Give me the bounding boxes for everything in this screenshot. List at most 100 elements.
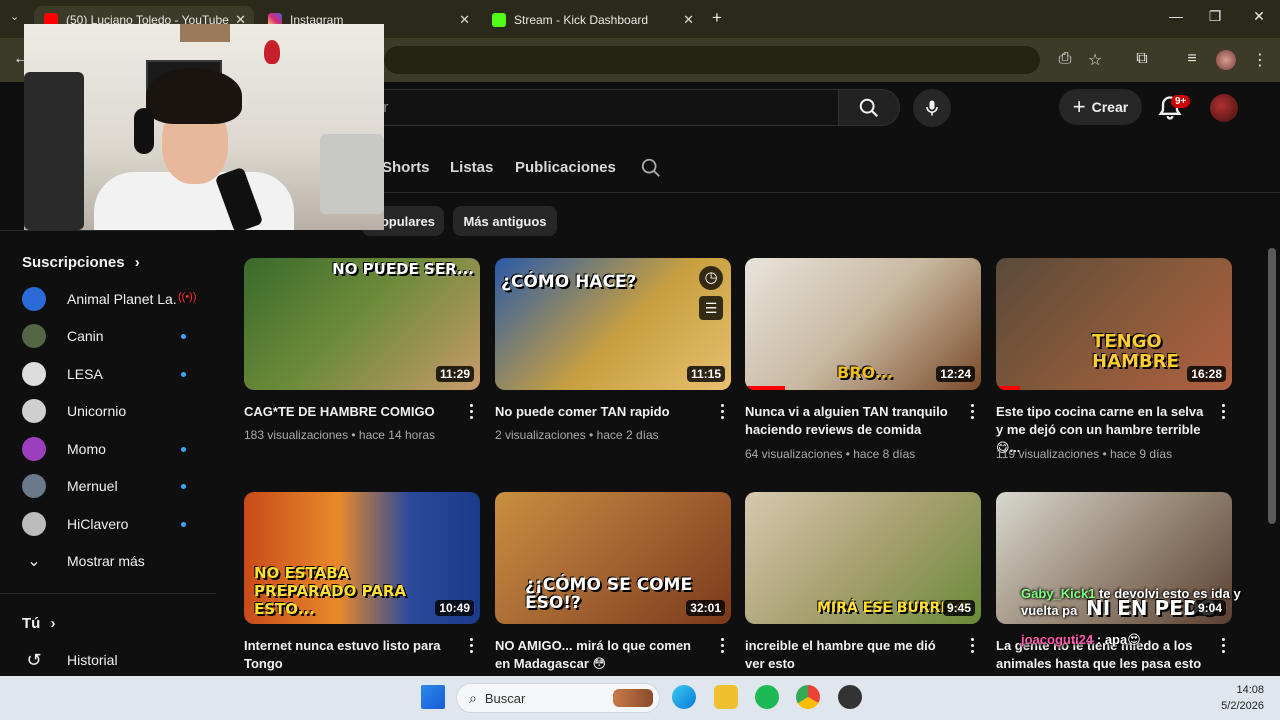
video-thumbnail[interactable]: BRO... 12:24 xyxy=(745,258,981,390)
close-tab-icon[interactable]: ✕ xyxy=(459,12,470,28)
video-card[interactable]: ¿CÓMO HACE? ◷ ☰ 11:15 No puede comer TAN… xyxy=(495,258,731,442)
desk-object xyxy=(320,134,384,214)
more-options-icon[interactable] xyxy=(971,638,975,654)
video-card[interactable]: TENGO HAMBRE 16:28 Este tipo cocina carn… xyxy=(996,258,1232,461)
create-button[interactable]: + Crear xyxy=(1059,89,1142,125)
duration-badge: 32:01 xyxy=(686,600,725,616)
chat-username: joacoguti24 xyxy=(1021,632,1094,647)
new-content-dot xyxy=(181,522,186,527)
profile-avatar[interactable] xyxy=(1216,50,1236,70)
account-avatar[interactable] xyxy=(1210,94,1238,122)
restore-icon[interactable]: ❐ xyxy=(1205,8,1225,25)
video-thumbnail[interactable]: NO PUEDE SER... 11:29 xyxy=(244,258,480,390)
video-thumbnail[interactable]: MIRÁ ESE BURRITO 9:45 xyxy=(745,492,981,624)
video-title[interactable]: increible el hambre que me dió ver esto xyxy=(745,637,955,673)
media-controls-icon[interactable]: ≡ xyxy=(1181,50,1203,68)
more-options-icon[interactable] xyxy=(1222,638,1226,654)
file-explorer-icon[interactable] xyxy=(714,685,738,709)
search-icon: ⌕ xyxy=(469,689,477,706)
video-title[interactable]: Internet nunca estuvo listo para Tongo xyxy=(244,637,454,673)
show-more-button[interactable]: ⌄ Mostrar más xyxy=(22,543,202,579)
video-meta: 119 visualizaciones • hace 9 días xyxy=(996,447,1173,461)
plus-icon: + xyxy=(1072,94,1086,119)
streamer-hair xyxy=(146,68,242,124)
close-window-icon[interactable]: ✕ xyxy=(1249,8,1269,25)
sidebar-sub-mernuel[interactable]: Mernuel xyxy=(22,468,202,504)
video-card[interactable]: NO ESTABA PREPARADO PARA ESTO... 10:49 I… xyxy=(244,492,480,671)
channel-search-icon[interactable] xyxy=(640,157,662,179)
taskbar-date[interactable]: 5/2/2026 xyxy=(1221,700,1264,712)
more-options-icon[interactable] xyxy=(971,404,975,420)
close-tab-icon[interactable]: ✕ xyxy=(683,12,694,28)
video-thumbnail[interactable]: NO ESTABA PREPARADO PARA ESTO... 10:49 xyxy=(244,492,480,624)
duration-badge: 16:28 xyxy=(1187,366,1226,382)
windows-start-icon[interactable] xyxy=(421,685,445,709)
edge-icon[interactable] xyxy=(672,685,696,709)
sidebar-sub-hiclavero[interactable]: HiClavero xyxy=(22,506,202,542)
sidebar: Suscripciones › Animal Planet La... ((•)… xyxy=(0,230,216,676)
chrome-icon[interactable] xyxy=(796,685,820,709)
video-card[interactable]: NO PUEDE SER... 11:29 CAG*TE DE HAMBRE C… xyxy=(244,258,480,442)
webcam-overlay xyxy=(24,24,384,230)
channel-avatar xyxy=(22,287,46,311)
search-button[interactable] xyxy=(838,89,900,126)
bookmark-star-icon[interactable]: ☆ xyxy=(1084,50,1106,70)
video-title[interactable]: Nunca vi a alguien TAN tranquilo haciend… xyxy=(745,403,955,439)
video-title[interactable]: No puede comer TAN rapido xyxy=(495,403,705,421)
tab-shorts[interactable]: Shorts xyxy=(382,159,430,176)
chip-mas-antiguos[interactable]: Más antiguos xyxy=(453,206,557,236)
taskbar-search[interactable]: ⌕ Buscar xyxy=(456,683,660,713)
headphones xyxy=(134,108,154,154)
tab-listas[interactable]: Listas xyxy=(450,159,493,176)
sidebar-item-label: LESA xyxy=(67,366,103,382)
add-to-queue-icon[interactable]: ☰ xyxy=(699,296,723,320)
sidebar-sub-animal-planet[interactable]: Animal Planet La... ((•)) xyxy=(22,281,202,317)
spotify-icon[interactable] xyxy=(755,685,779,709)
more-options-icon[interactable] xyxy=(470,404,474,420)
more-options-icon[interactable] xyxy=(1222,404,1226,420)
tab-publicaciones[interactable]: Publicaciones xyxy=(515,159,616,176)
video-thumbnail[interactable]: TENGO HAMBRE 16:28 xyxy=(996,258,1232,390)
tab-list-chevron-icon[interactable]: ⌄ xyxy=(10,10,19,23)
install-app-icon[interactable]: ⎙ xyxy=(1054,50,1076,68)
tabs-divider xyxy=(384,192,1280,193)
voice-search-button[interactable] xyxy=(913,89,951,127)
sidebar-item-history[interactable]: ↺ Historial xyxy=(22,642,202,678)
video-thumbnail[interactable]: ¿¡CÓMO SE COME ESO!? 32:01 xyxy=(495,492,731,624)
sidebar-item-label: Animal Planet La... xyxy=(67,291,177,307)
video-card[interactable]: ¿¡CÓMO SE COME ESO!? 32:01 NO AMIGO... m… xyxy=(495,492,731,671)
sidebar-sub-canin[interactable]: Canin xyxy=(22,318,202,354)
video-title[interactable]: NO AMIGO... mirá lo que comen en Madagas… xyxy=(495,637,705,673)
search-input[interactable]: ar xyxy=(360,89,838,126)
subscriptions-heading[interactable]: Suscripciones › xyxy=(22,254,140,271)
channel-avatar xyxy=(22,512,46,536)
sidebar-sub-unicornio[interactable]: Unicornio xyxy=(22,393,202,429)
notification-badge: 9+ xyxy=(1171,95,1191,108)
obs-icon[interactable] xyxy=(838,685,862,709)
sidebar-sub-momo[interactable]: Momo xyxy=(22,431,202,467)
more-options-icon[interactable] xyxy=(721,404,725,420)
duration-badge: 10:49 xyxy=(435,600,474,616)
more-options-icon[interactable] xyxy=(721,638,725,654)
taskbar-time[interactable]: 14:08 xyxy=(1236,684,1264,696)
you-heading[interactable]: Tú › xyxy=(22,615,56,632)
video-card[interactable]: BRO... 12:24 Nunca vi a alguien TAN tran… xyxy=(745,258,981,461)
page-scrollbar[interactable] xyxy=(1268,248,1276,524)
thumbnail-overlay-text: BRO... xyxy=(837,363,893,382)
chat-text: apa😍 xyxy=(1104,632,1141,647)
menu-icon[interactable]: ⋮ xyxy=(1249,50,1271,70)
sidebar-sub-lesa[interactable]: LESA xyxy=(22,356,202,392)
more-options-icon[interactable] xyxy=(470,638,474,654)
kick-favicon-icon xyxy=(492,13,506,27)
watch-later-icon[interactable]: ◷ xyxy=(699,266,723,290)
tab-label: Stream - Kick Dashboard xyxy=(514,13,649,27)
extensions-icon[interactable]: ⧉ xyxy=(1131,50,1153,68)
video-title[interactable]: CAG*TE DE HAMBRE COMIGO xyxy=(244,403,454,421)
video-card[interactable]: MIRÁ ESE BURRITO 9:45 increible el hambr… xyxy=(745,492,981,671)
minimize-icon[interactable]: — xyxy=(1166,8,1186,24)
new-tab-button[interactable]: + xyxy=(712,8,722,28)
watch-progress-bar xyxy=(996,386,1020,390)
address-bar[interactable] xyxy=(384,46,1040,74)
tab-kick-dashboard[interactable]: Stream - Kick Dashboard ✕ xyxy=(482,6,702,34)
video-thumbnail[interactable]: ¿CÓMO HACE? ◷ ☰ 11:15 xyxy=(495,258,731,390)
